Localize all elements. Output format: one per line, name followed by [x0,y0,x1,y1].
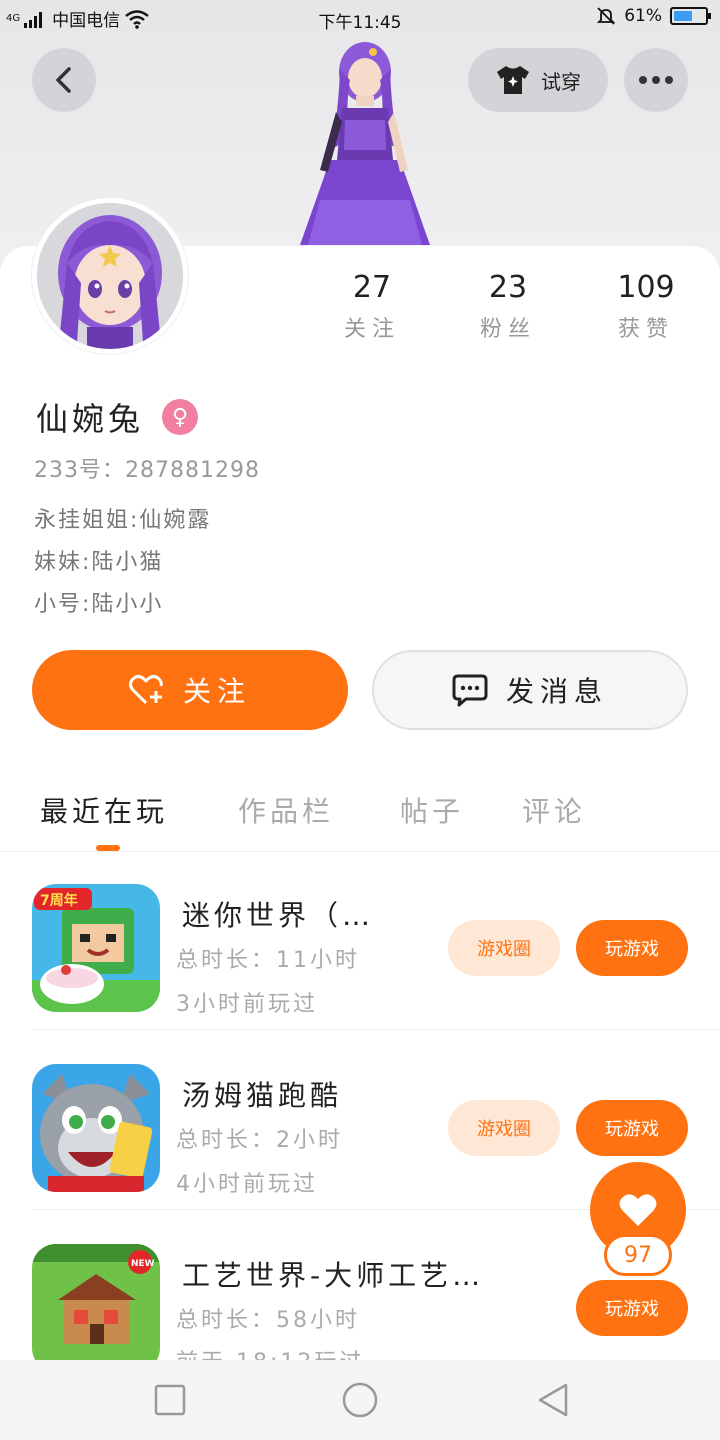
back-button[interactable] [32,48,96,112]
game-total-time: 总时长：11小时 [176,948,360,973]
game-icon-tom-cat-run [32,1064,160,1192]
more-options-button[interactable] [624,48,688,112]
svg-text:7周年: 7周年 [40,892,78,909]
chevron-left-icon [56,67,71,93]
bio-line: 妹妹:陆小猫 [34,550,164,575]
back-triangle-icon[interactable] [534,1380,574,1420]
game-last-played: 3小时前玩过 [176,992,318,1017]
like-count-badge: 97 [604,1234,672,1276]
svg-text:NEW: NEW [131,1259,155,1269]
follow-label: 关注 [182,675,251,708]
likes-count: 109 [617,270,675,305]
game-circle-button[interactable]: 游戏圈 [448,920,560,976]
play-game-button[interactable]: 玩游戏 [576,920,688,976]
follow-button[interactable]: 关注 [32,650,348,730]
character-figure [300,42,430,245]
following-stat[interactable]: 27 关注 [312,270,432,343]
chat-bubble-icon [452,674,488,707]
game-last-played: 4小时前玩过 [176,1172,318,1197]
game-title: 迷你世界（… [182,899,375,932]
more-dots-icon [639,76,673,84]
mute-bell-icon [597,7,616,25]
avatar[interactable] [32,198,188,354]
heart-plus-icon [128,675,163,705]
play-game-button[interactable]: 玩游戏 [576,1100,688,1156]
divider [32,1029,720,1030]
tab-works[interactable]: 作品栏 [238,790,334,830]
username-row: 仙婉兔 ♀ [36,394,199,440]
game-circle-button[interactable]: 游戏圈 [448,1100,560,1156]
recent-apps-icon[interactable] [150,1380,190,1420]
game-title: 汤姆猫跑酷 [182,1079,343,1112]
tab-posts[interactable]: 帖子 [400,790,464,830]
system-navigation-bar [0,1360,720,1440]
female-gender-icon: ♀ [162,399,199,435]
battery-percent: 61% [624,6,662,26]
game-title: 工艺世界-大师工艺… [182,1259,485,1292]
battery-icon [670,7,711,25]
bio-line: 小号:陆小小 [34,592,164,617]
likes-label: 获赞 [617,317,674,342]
following-count: 27 [352,270,392,305]
game-icon-mini-world: 7周年 [32,884,160,1012]
game-total-time: 总时长：58小时 [176,1308,360,1333]
likes-stat[interactable]: 109 获赞 [586,270,706,343]
heart-icon [619,1194,657,1226]
tab-comments[interactable]: 评论 [522,790,586,830]
game-total-time: 总时长：2小时 [176,1128,343,1153]
following-label: 关注 [343,317,400,342]
tab-recently-played[interactable]: 最近在玩 [40,790,168,830]
send-message-button[interactable]: 发消息 [372,650,688,730]
try-on-label: 试穿 [541,69,581,94]
bio: 永挂姐姐:仙婉露 妹妹:陆小猫 小号:陆小小 [34,500,211,626]
bio-line: 永挂姐姐:仙婉露 [34,508,212,533]
user-id: 233号：287881298 [34,458,260,483]
try-on-button[interactable]: 试穿 [468,48,608,112]
battery-level [674,11,693,21]
followers-stat[interactable]: 23 粉丝 [448,270,568,343]
send-message-label: 发消息 [505,675,608,708]
play-game-button[interactable]: 玩游戏 [576,1280,688,1336]
status-bar: 4G 中国电信 下午11:45 61% [0,0,720,36]
list-item[interactable]: 7周年 迷你世界（… 总时长：11小时 3小时前玩过 游戏圈 玩游戏 [0,852,720,1030]
profile-tabs: 最近在玩 作品栏 帖子 评论 [0,780,720,852]
profile-stats: 27 关注 23 粉丝 109 获赞 [300,270,720,360]
active-tab-indicator [96,845,120,851]
home-icon[interactable] [340,1380,380,1420]
followers-label: 粉丝 [479,317,536,342]
avatar-image [37,203,183,349]
game-icon-craft-world: NEW [32,1244,160,1372]
shirt-icon [497,66,529,94]
username: 仙婉兔 [36,400,145,438]
followers-count: 23 [488,270,528,305]
